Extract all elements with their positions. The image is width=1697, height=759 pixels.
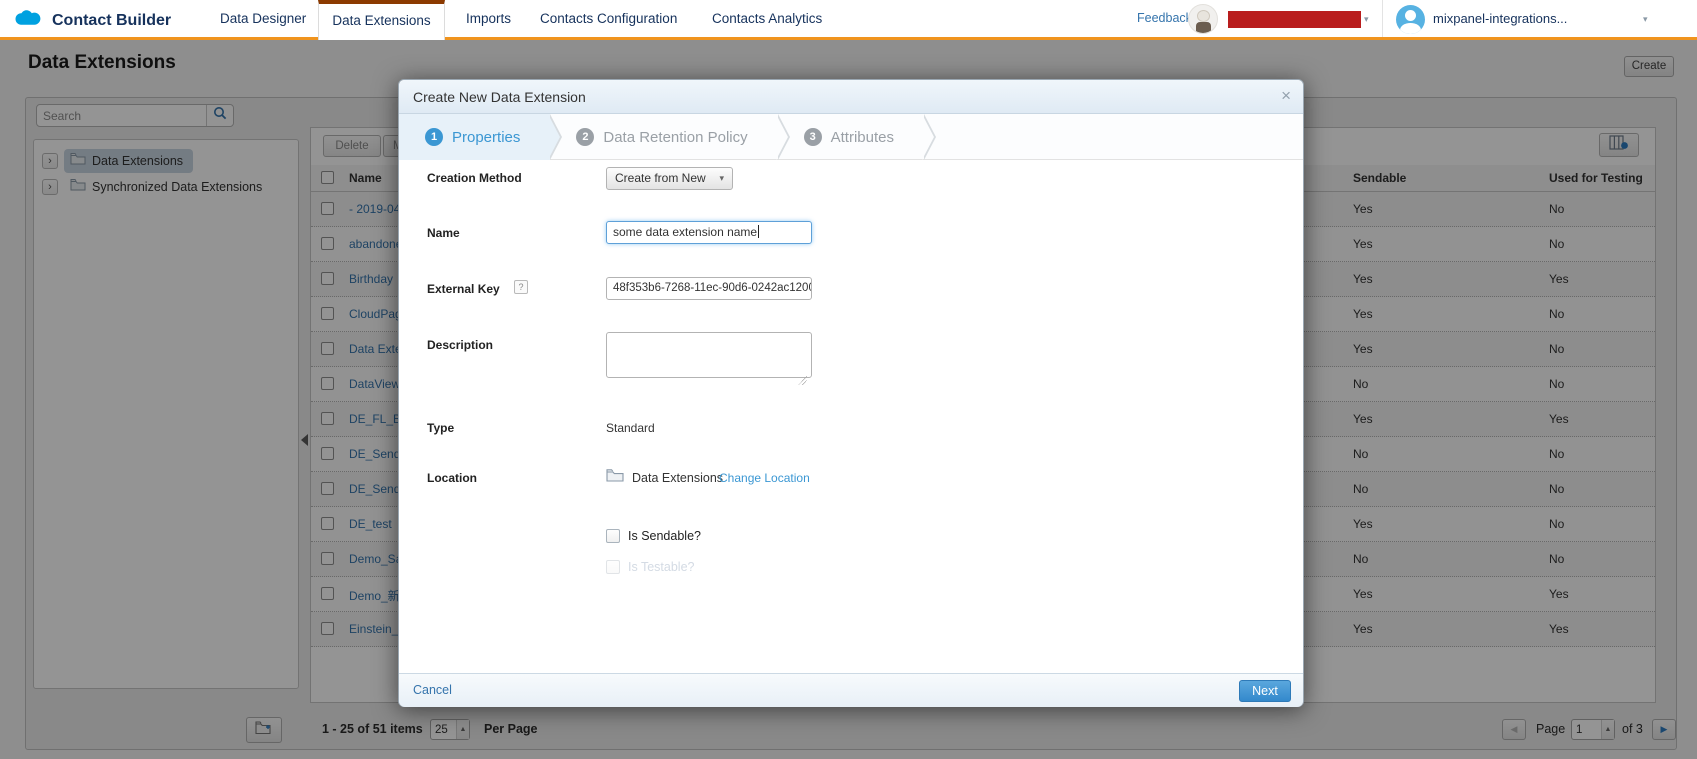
einstein-avatar[interactable] [1188, 4, 1218, 34]
is-sendable-checkbox[interactable] [606, 529, 620, 543]
nav-item-contacts-configuration[interactable]: Contacts Configuration [540, 0, 677, 37]
step-number-badge: 2 [576, 128, 594, 146]
chevron-down-icon[interactable]: ▾ [1364, 14, 1369, 25]
app-title: Contact Builder [52, 12, 171, 30]
description-textarea[interactable] [606, 332, 812, 378]
person-icon [1405, 10, 1416, 21]
next-button[interactable]: Next [1239, 680, 1291, 702]
step-data-retention-policy[interactable]: 2 Data Retention Policy [550, 114, 777, 160]
type-label: Type [427, 421, 454, 435]
name-input[interactable]: some data extension name [606, 221, 812, 244]
is-sendable-label: Is Sendable? [628, 529, 701, 543]
name-input-value: some data extension name [613, 225, 757, 239]
step-number-badge: 3 [804, 128, 822, 146]
account-menu[interactable]: mixpanel-integrations... [1433, 0, 1567, 37]
folder-icon [606, 468, 624, 487]
step-properties[interactable]: 1 Properties [399, 114, 550, 160]
help-icon[interactable]: ? [514, 280, 528, 294]
location-label: Location [427, 471, 477, 485]
external-key-value: 48f353b6-7268-11ec-90d6-0242ac1200 [613, 282, 812, 294]
wizard-steps: 1 Properties 2 Data Retention Policy 3 A… [399, 114, 1303, 160]
modal-footer: Cancel Next [399, 673, 1303, 707]
step-label: Properties [452, 129, 520, 146]
step-label: Data Retention Policy [603, 129, 747, 146]
location-value: Data Extensions [632, 471, 723, 485]
step-attributes[interactable]: 3 Attributes [778, 114, 924, 160]
einstein-avatar-body [1196, 22, 1211, 33]
redacted-account-badge[interactable] [1228, 11, 1361, 28]
top-nav: Contact Builder Data Designer Data Exten… [0, 0, 1697, 40]
close-icon[interactable]: × [1281, 86, 1291, 106]
creation-method-value: Create from New [615, 168, 706, 189]
user-avatar[interactable] [1396, 5, 1425, 34]
change-location-link[interactable]: Change Location [719, 471, 810, 485]
nav-divider [1382, 0, 1383, 37]
is-testable-checkbox [606, 560, 620, 574]
text-cursor [758, 225, 759, 238]
modal-title: Create New Data Extension [413, 89, 586, 105]
nav-item-data-designer[interactable]: Data Designer [220, 0, 306, 37]
nav-item-imports[interactable]: Imports [466, 0, 511, 37]
person-icon-body [1400, 23, 1421, 34]
creation-method-dropdown[interactable]: Create from New ▾ [606, 167, 733, 190]
feedback-link[interactable]: Feedback [1137, 0, 1192, 37]
account-chevron-down-icon[interactable]: ▾ [1643, 14, 1648, 25]
create-data-extension-modal: Create New Data Extension × 1 Properties… [398, 79, 1304, 707]
step-number-badge: 1 [425, 128, 443, 146]
einstein-avatar-face [1197, 10, 1210, 22]
is-testable-label: Is Testable? [628, 560, 694, 574]
step-label: Attributes [831, 129, 894, 146]
chevron-down-icon: ▾ [719, 168, 724, 189]
modal-header: Create New Data Extension × [399, 80, 1303, 114]
cancel-button[interactable]: Cancel [413, 683, 452, 697]
app-logo[interactable]: Contact Builder [14, 8, 171, 33]
nav-item-data-extensions[interactable]: Data Extensions [318, 0, 445, 40]
app-stage: Contact Builder Data Designer Data Exten… [0, 0, 1697, 759]
creation-method-label: Creation Method [427, 171, 522, 185]
type-value: Standard [606, 421, 655, 435]
cloud-logo-icon [14, 8, 44, 33]
external-key-input[interactable]: 48f353b6-7268-11ec-90d6-0242ac1200 [606, 277, 812, 300]
description-label: Description [427, 338, 493, 352]
resize-grip-icon[interactable] [798, 376, 807, 385]
external-key-label: External Key [427, 282, 500, 296]
nav-item-contacts-analytics[interactable]: Contacts Analytics [712, 0, 822, 37]
name-label: Name [427, 226, 460, 240]
